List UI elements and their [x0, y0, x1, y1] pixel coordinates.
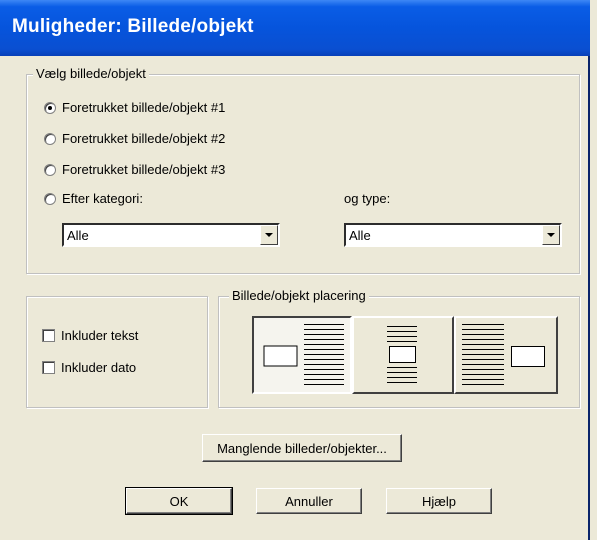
- select-image-legend: Vælg billede/objekt: [33, 66, 149, 81]
- include-group: [26, 296, 208, 408]
- radio-button[interactable]: [44, 192, 56, 205]
- chevron-down-icon[interactable]: [542, 225, 560, 245]
- type-select[interactable]: Alle: [344, 223, 562, 247]
- placement-right-button[interactable]: [454, 316, 558, 394]
- placement-left-button[interactable]: [252, 316, 352, 394]
- radio-by-category[interactable]: Efter kategori:: [44, 191, 143, 206]
- radio-favorite-1[interactable]: Foretrukket billede/objekt #1: [44, 100, 225, 115]
- category-select[interactable]: Alle: [62, 223, 280, 247]
- radio-label: Efter kategori:: [62, 191, 143, 206]
- radio-button[interactable]: [44, 163, 56, 176]
- radio-label: Foretrukket billede/objekt #3: [62, 162, 226, 177]
- radio-label: Foretrukket billede/objekt #2: [62, 131, 226, 146]
- checkbox[interactable]: [42, 361, 55, 374]
- missing-images-label: Manglende billeder/objekter...: [217, 440, 387, 456]
- title-bar[interactable]: Muligheder: Billede/objekt: [0, 0, 590, 56]
- cancel-label: Annuller: [285, 493, 333, 509]
- ok-button[interactable]: OK: [125, 487, 233, 515]
- missing-images-button[interactable]: Manglende billeder/objekter...: [202, 434, 402, 462]
- dialog-title: Muligheder: Billede/objekt: [12, 16, 254, 37]
- image-right-icon: [462, 324, 545, 385]
- placement-top-button[interactable]: [352, 316, 454, 394]
- image-top-icon: [387, 326, 417, 383]
- checkbox[interactable]: [42, 329, 55, 342]
- chevron-down-icon[interactable]: [260, 225, 278, 245]
- radio-button[interactable]: [44, 132, 56, 145]
- image-left-icon: [263, 324, 344, 385]
- options-dialog: Muligheder: Billede/objekt Vælg billede/…: [0, 0, 590, 540]
- radio-favorite-2[interactable]: Foretrukket billede/objekt #2: [44, 131, 225, 146]
- type-label: og type:: [344, 191, 391, 206]
- cancel-button[interactable]: Annuller: [256, 488, 362, 514]
- help-button[interactable]: Hjælp: [386, 488, 492, 514]
- ok-label: OK: [169, 493, 189, 509]
- category-select-value: Alle: [67, 227, 89, 243]
- include-date-checkbox[interactable]: Inkluder dato: [42, 360, 136, 375]
- checkbox-label: Inkluder tekst: [61, 328, 139, 343]
- help-label: Hjælp: [422, 493, 456, 509]
- checkbox-label: Inkluder dato: [61, 360, 137, 375]
- radio-button[interactable]: [44, 101, 56, 114]
- type-select-value: Alle: [349, 227, 371, 243]
- placement-legend: Billede/objekt placering: [229, 288, 369, 303]
- include-text-checkbox[interactable]: Inkluder tekst: [42, 328, 138, 343]
- radio-favorite-3[interactable]: Foretrukket billede/objekt #3: [44, 162, 225, 177]
- radio-label: Foretrukket billede/objekt #1: [62, 100, 226, 115]
